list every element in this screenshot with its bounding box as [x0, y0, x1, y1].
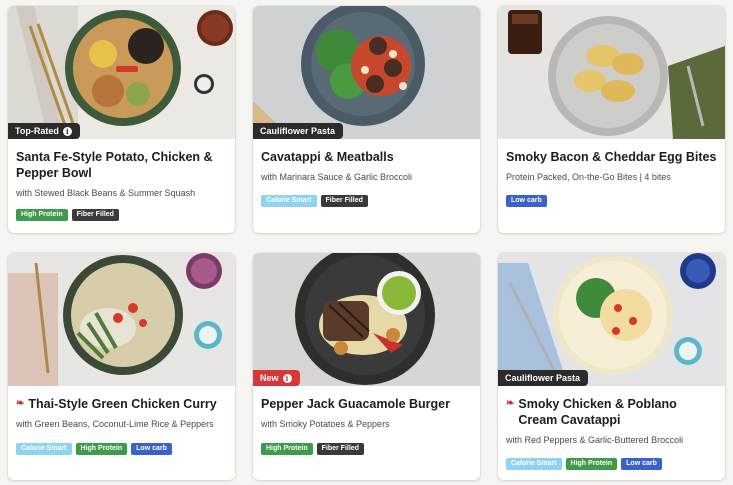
- recipe-card[interactable]: ❧ Thai-Style Green Chicken Curry with Gr…: [8, 253, 235, 480]
- recipe-title-text: Thai-Style Green Chicken Curry: [28, 397, 217, 411]
- tag-label: Top-Rated: [15, 126, 59, 136]
- recipe-title[interactable]: ❧ Thai-Style Green Chicken Curry: [16, 396, 227, 412]
- recipe-card[interactable]: Cauliflower Pasta ❧ Smoky Chicken & Pobl…: [498, 253, 725, 480]
- recipe-title-text: Smoky Bacon & Cheddar Egg Bites: [506, 150, 717, 164]
- recipe-subtitle: with Marinara Sauce & Garlic Broccoli: [261, 172, 413, 182]
- fiber-filled-badge: Fiber Filled: [71, 209, 119, 221]
- recipe-title[interactable]: Smoky Bacon & Cheddar Egg Bites: [506, 149, 717, 165]
- high-protein-badge: High Protein: [16, 209, 68, 221]
- info-icon[interactable]: i: [282, 373, 292, 383]
- cauliflower-pasta-tag: Cauliflower Pasta: [253, 123, 344, 139]
- tag-label: Cauliflower Pasta: [505, 373, 581, 383]
- chili-pepper-icon: ❧: [506, 398, 515, 409]
- recipe-subtitle: with Stewed Black Beans & Summer Squash: [16, 188, 196, 198]
- high-protein-badge: High Protein: [261, 443, 313, 455]
- badge-list: Calorie Smart High Protein Low carb: [506, 458, 662, 470]
- recipe-card[interactable]: Top-Rated i Santa Fe-Style Potato, Chick…: [8, 6, 235, 233]
- recipe-title[interactable]: Santa Fe-Style Potato, Chicken & Pepper …: [16, 149, 227, 181]
- recipe-title-text: Pepper Jack Guacamole Burger: [261, 397, 450, 411]
- recipe-card[interactable]: Smoky Bacon & Cheddar Egg Bites Protein …: [498, 6, 725, 233]
- high-protein-badge: High Protein: [565, 458, 618, 470]
- low-carb-badge: Low carb: [506, 195, 547, 207]
- badge-list: Calorie Smart High Protein Low carb: [16, 443, 172, 455]
- cauliflower-pasta-tag: Cauliflower Pasta: [498, 370, 589, 386]
- recipe-photo[interactable]: Top-Rated i: [8, 6, 235, 139]
- recipe-card[interactable]: Cauliflower Pasta Cavatappi & Meatballs …: [253, 6, 480, 233]
- low-carb-badge: Low carb: [131, 443, 172, 455]
- recipe-title[interactable]: Pepper Jack Guacamole Burger: [261, 396, 472, 412]
- recipe-photo[interactable]: Cauliflower Pasta: [498, 253, 725, 386]
- calorie-smart-badge: Calorie Smart: [506, 458, 562, 470]
- calorie-smart-badge: Calorie Smart: [261, 195, 317, 207]
- recipe-title-text: Santa Fe-Style Potato, Chicken & Pepper …: [16, 150, 213, 180]
- recipe-card[interactable]: New i Pepper Jack Guacamole Burger with …: [253, 253, 480, 480]
- chili-pepper-icon: ❧: [16, 398, 25, 409]
- recipe-subtitle: Protein Packed, On-the-Go Bites | 4 bite…: [506, 172, 671, 182]
- recipe-photo[interactable]: [498, 6, 725, 139]
- top-rated-tag[interactable]: Top-Rated i: [8, 123, 80, 139]
- info-icon[interactable]: i: [62, 126, 72, 136]
- calorie-smart-badge: Calorie Smart: [16, 443, 72, 455]
- badge-list: Low carb: [506, 195, 547, 207]
- tag-label: Cauliflower Pasta: [260, 126, 336, 136]
- badge-list: Calorie Smart Fiber Filled: [261, 195, 368, 207]
- recipe-photo[interactable]: New i: [253, 253, 480, 386]
- low-carb-badge: Low carb: [621, 458, 662, 470]
- recipe-title-text: Cavatappi & Meatballs: [261, 150, 394, 164]
- high-protein-badge: High Protein: [75, 443, 128, 455]
- fiber-filled-badge: Fiber Filled: [320, 195, 368, 207]
- recipe-subtitle: with Smoky Potatoes & Peppers: [261, 419, 390, 429]
- fiber-filled-badge: Fiber Filled: [316, 443, 364, 455]
- tag-label: New: [260, 373, 279, 383]
- recipe-subtitle: with Red Peppers & Garlic-Buttered Brocc…: [506, 435, 684, 445]
- new-tag[interactable]: New i: [253, 370, 300, 386]
- recipe-title-text: Smoky Chicken & Poblano Cream Cavatappi: [518, 397, 677, 427]
- recipe-photo[interactable]: [8, 253, 235, 386]
- recipe-title[interactable]: ❧ Smoky Chicken & Poblano Cream Cavatapp…: [506, 396, 717, 428]
- badge-list: High Protein Fiber Filled: [261, 443, 364, 455]
- badge-list: High Protein Fiber Filled: [16, 209, 119, 221]
- recipe-photo[interactable]: Cauliflower Pasta: [253, 6, 480, 139]
- recipe-subtitle: with Green Beans, Coconut-Lime Rice & Pe…: [16, 419, 214, 429]
- recipe-title[interactable]: Cavatappi & Meatballs: [261, 149, 472, 165]
